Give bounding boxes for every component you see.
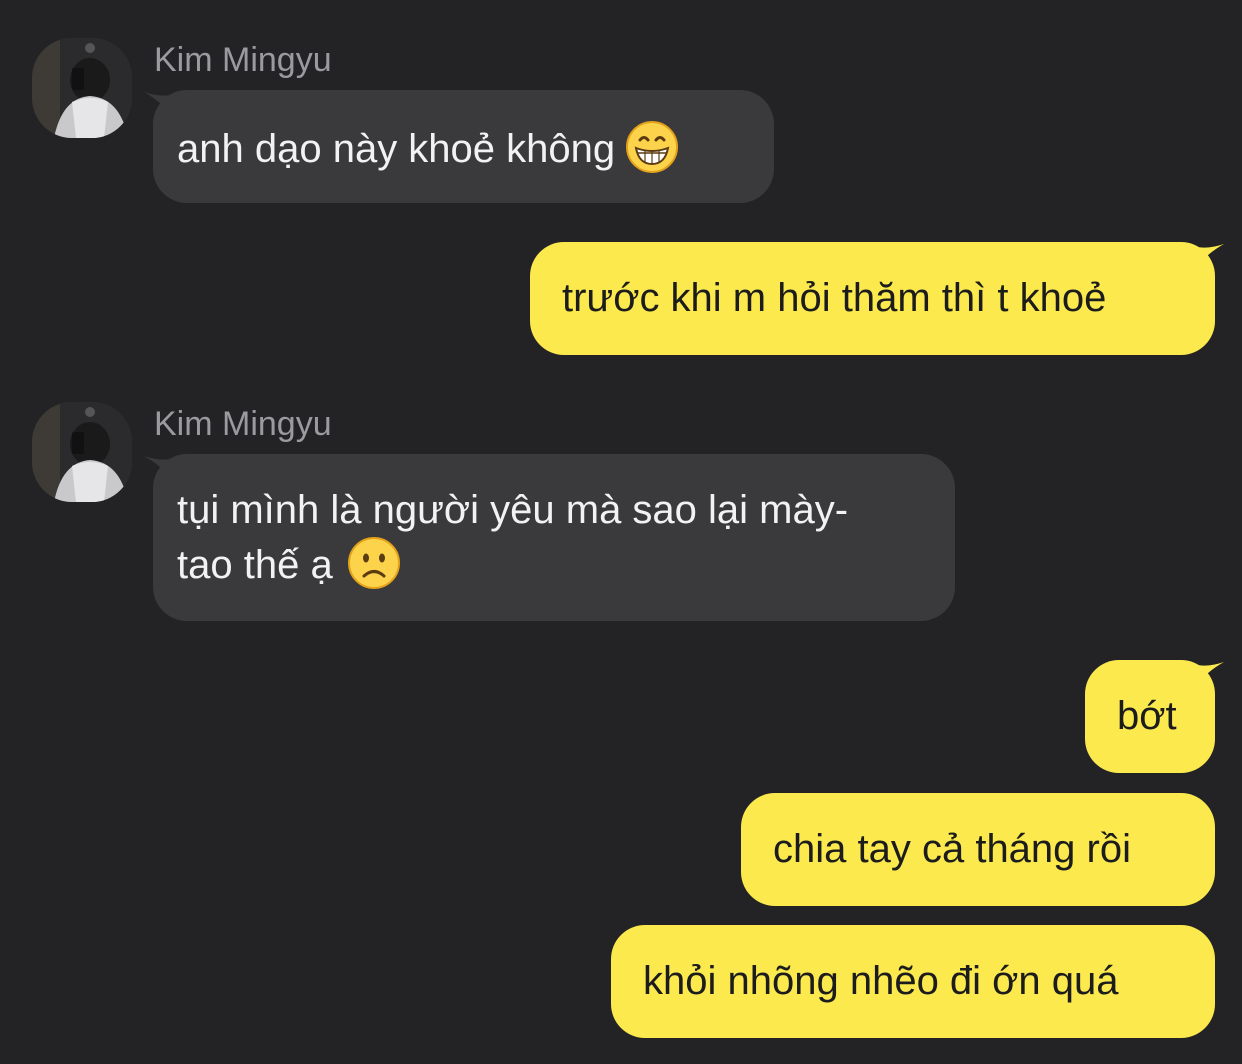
frowning-face-emoji <box>347 536 401 590</box>
message-text-line: tụi mình là người yêu mà sao lại mày- <box>177 488 849 532</box>
incoming-message-bubble[interactable]: tụi mình là người yêu mà sao lại mày- ta… <box>153 454 955 621</box>
outgoing-message-bubble[interactable]: chia tay cả tháng rồi <box>741 793 1215 906</box>
avatar-photo <box>32 402 132 502</box>
incoming-message-bubble[interactable]: anh dạo này khoẻ không <box>153 90 774 203</box>
message-text-line: tao thế ạ <box>177 543 333 587</box>
avatar-photo <box>32 38 132 138</box>
outgoing-message-bubble[interactable]: trước khi m hỏi thăm thì t khoẻ <box>530 242 1215 355</box>
sender-avatar[interactable] <box>32 402 132 502</box>
message-text: khỏi nhõng nhẽo đi ớn quá <box>643 959 1119 1003</box>
sender-name: Kim Mingyu <box>154 41 332 79</box>
message-text: chia tay cả tháng rồi <box>773 827 1131 871</box>
outgoing-message-bubble[interactable]: bớt <box>1085 660 1215 773</box>
message-text: bớt <box>1117 694 1177 738</box>
sender-avatar[interactable] <box>32 38 132 138</box>
message-text: trước khi m hỏi thăm thì t khoẻ <box>562 276 1107 320</box>
outgoing-message-bubble[interactable]: khỏi nhõng nhẽo đi ớn quá <box>611 925 1215 1038</box>
message-text: anh dạo này khoẻ không <box>177 127 616 171</box>
grinning-face-emoji <box>625 120 679 174</box>
sender-name: Kim Mingyu <box>154 405 332 443</box>
